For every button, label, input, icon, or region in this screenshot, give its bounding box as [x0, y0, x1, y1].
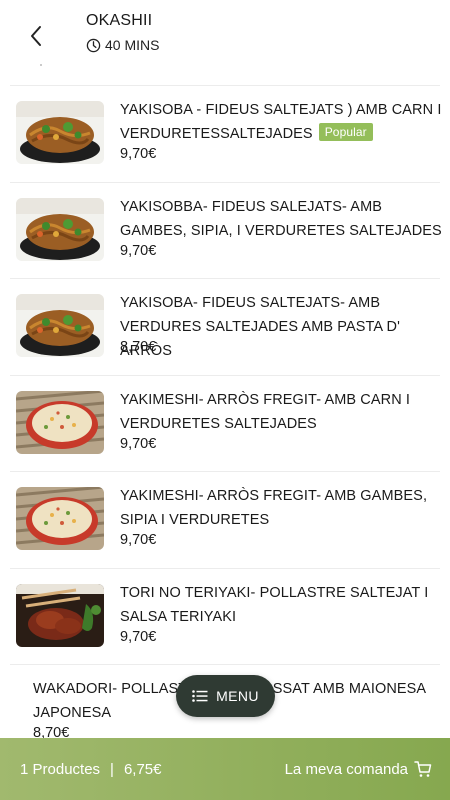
product-price: 9,70€	[120, 146, 157, 162]
teriyaki-chicken-image	[16, 583, 104, 647]
cart-total: 6,75€	[123, 760, 162, 778]
menu-button-label: MENU	[216, 688, 259, 704]
product-price: 9,70€	[120, 242, 157, 259]
cart-count: 1 Productes	[20, 760, 101, 778]
product-title-text: YAKISOBA - FIDEUS SALTEJATS ) AMB CARN I…	[120, 102, 442, 142]
product-item[interactable]: YAKIMESHI- ARRÒS FREGIT- AMB GAMBES, SIP…	[0, 472, 450, 569]
yakisoba-image	[16, 294, 104, 357]
list-icon	[192, 690, 208, 702]
product-title: YAKIMESHI- ARRÒS FREGIT- AMB GAMBES, SIP…	[120, 488, 428, 528]
product-price: 9,70€	[120, 435, 157, 452]
popular-badge: Popular	[318, 123, 373, 141]
yakisoba-image	[16, 197, 104, 261]
store-name: OKASHII	[86, 12, 153, 29]
product-item[interactable]: YAKISOBA - FIDEUS SALTEJATS ) AMB CARN I…	[0, 86, 450, 183]
product-title: YAKISOBA - FIDEUS SALTEJATS ) AMB CARN I…	[120, 98, 442, 146]
cart-bar[interactable]: 1 Productes | 6,75€ La meva comanda	[0, 738, 450, 800]
product-item[interactable]: TORI NO TERIYAKI- POLLASTRE SALTEJAT I S…	[0, 569, 450, 665]
cart-summary: 1 Productes | 6,75€	[20, 761, 162, 778]
fried-rice-image	[16, 487, 104, 550]
product-title: YAKISOBBA- FIDEUS SALEJATS- AMB GAMBES, …	[120, 198, 442, 239]
scroll-dot	[40, 64, 42, 66]
fried-rice-image	[16, 390, 104, 454]
product-list: YAKISOBA - FIDEUS SALTEJATS ) AMB CARN I…	[0, 86, 450, 762]
yakisoba-image	[16, 101, 104, 164]
chevron-left-icon	[31, 26, 41, 46]
cart-icon	[414, 761, 432, 777]
header: OKASHII 40 MINS	[0, 0, 450, 72]
product-price: 8,70€	[120, 339, 157, 355]
view-order-button[interactable]: La meva comanda	[285, 760, 432, 778]
product-price: 9,70€	[120, 628, 157, 645]
product-title: YAKISOBA- FIDEUS SALTEJATS- AMB VERDURES…	[120, 295, 400, 359]
delivery-time: 40 MINS	[86, 37, 159, 53]
clock-icon	[86, 38, 101, 52]
product-title: TORI NO TERIYAKI- POLLASTRE SALTEJAT I S…	[120, 584, 429, 625]
cart-separator: |	[110, 760, 114, 778]
product-title: YAKIMESHI- ARRÒS FREGIT- AMB CARN I VERD…	[120, 391, 411, 432]
product-item[interactable]: YAKIMESHI- ARRÒS FREGIT- AMB CARN I VERD…	[0, 376, 450, 472]
product-item[interactable]: YAKISOBA- FIDEUS SALTEJATS- AMB VERDURES…	[0, 279, 450, 376]
eta-text: 40 MINS	[105, 37, 160, 53]
view-order-label: La meva comanda	[284, 760, 408, 778]
menu-button[interactable]: MENU	[176, 675, 275, 717]
back-button[interactable]	[18, 18, 54, 54]
product-item[interactable]: YAKISOBBA- FIDEUS SALEJATS- AMB GAMBES, …	[0, 183, 450, 279]
product-price: 9,70€	[120, 532, 157, 548]
